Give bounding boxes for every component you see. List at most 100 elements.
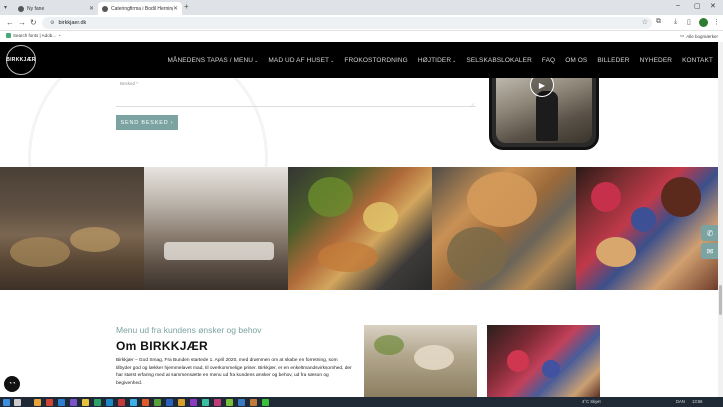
- extensions-icon[interactable]: ⧉: [656, 18, 661, 26]
- folder-icon: ▭: [680, 33, 685, 38]
- tab-search-icon[interactable]: ▾: [4, 4, 7, 11]
- profile-avatar[interactable]: [699, 18, 708, 27]
- send-message-button[interactable]: SEND BESKED ›: [116, 115, 178, 130]
- scrollbar-thumb[interactable]: [719, 285, 722, 315]
- taskbar-app-icon[interactable]: [82, 398, 89, 406]
- taskbar-app-icon[interactable]: [166, 398, 173, 406]
- nav-item-hoejtider[interactable]: HØJTIDER⌄: [418, 57, 457, 64]
- all-bookmarks-button[interactable]: ▭ Alle bogmærker: [680, 33, 718, 39]
- taskbar-app-icon[interactable]: [262, 398, 269, 406]
- taskbar-app-icon[interactable]: [226, 398, 233, 406]
- reload-icon[interactable]: ↻: [30, 18, 37, 27]
- taskbar-app-icon[interactable]: [202, 398, 209, 406]
- chevron-down-icon: ⌄: [452, 58, 457, 64]
- taskbar-app-icon[interactable]: [70, 398, 77, 406]
- taskbar-app-icon[interactable]: [238, 398, 245, 406]
- url-text: birkkjaer.dk: [58, 20, 87, 26]
- bookmark-star-icon[interactable]: ☆: [642, 18, 648, 26]
- taskbar-app-icon[interactable]: [250, 398, 257, 406]
- site-header: BIRKKJÆR MÅNEDENS TAPAS / MENU⌄ MAD UD A…: [0, 42, 723, 78]
- taskbar-app-icon[interactable]: [58, 398, 65, 406]
- tab-new-tab[interactable]: Ny fane ✕: [14, 2, 98, 15]
- resize-handle-icon[interactable]: ⟋: [471, 103, 475, 109]
- page-scrollbar[interactable]: [718, 42, 723, 397]
- language-indicator[interactable]: DAN: [676, 399, 685, 404]
- nav-label: MAD UD AF HUSET: [268, 57, 330, 64]
- message-field-label: Besked *: [120, 81, 139, 86]
- nav-label: MÅNEDENS TAPAS / MENU: [167, 57, 254, 64]
- about-subtitle: Menu ud fra kundens ønsker og behov: [116, 325, 262, 335]
- taskbar-app-icon[interactable]: [106, 398, 113, 406]
- taskbar-app-icon[interactable]: [46, 398, 53, 406]
- nav-item-faq[interactable]: FAQ: [542, 57, 555, 64]
- tab-title: Ny fane: [27, 5, 45, 12]
- phone-video-mockup: ▶: [489, 78, 599, 150]
- taskbar-app-icon[interactable]: [214, 398, 221, 406]
- chat-button[interactable]: ◔◔: [4, 376, 20, 392]
- about-section: Menu ud fra kundens ønsker og behov Om B…: [0, 290, 723, 397]
- back-icon[interactable]: ←: [6, 18, 14, 27]
- nav-label: NYHEDER: [639, 57, 673, 64]
- weather-text[interactable]: 4°C Skyet: [582, 399, 601, 404]
- message-textarea[interactable]: [116, 106, 476, 107]
- address-bar-row: ← → ↻ ⚙ birkkjaer.dk ☆ ⧉ ⤓ ▯ ⋮: [0, 15, 723, 31]
- maximize-icon[interactable]: ▢: [694, 2, 701, 10]
- nav-item-maanedens-tapas[interactable]: MÅNEDENS TAPAS / MENU⌄: [168, 57, 259, 64]
- taskbar-app-icon[interactable]: [94, 398, 101, 406]
- gallery-image-buffet-barn[interactable]: [0, 167, 144, 290]
- forward-icon[interactable]: →: [18, 18, 26, 27]
- url-input[interactable]: ⚙ birkkjaer.dk ☆: [42, 17, 652, 29]
- sidebar-icon[interactable]: ▯: [687, 18, 691, 26]
- nav-item-mad-ud-af-huset[interactable]: MAD UD AF HUSET⌄: [268, 57, 334, 64]
- tab-title: Cateringfirma i Bodil Herning: [111, 5, 173, 12]
- gallery-image-bread[interactable]: [432, 167, 576, 290]
- minimize-icon[interactable]: –: [676, 2, 680, 9]
- nav-item-kontakt[interactable]: KONTAKT: [682, 57, 713, 64]
- gallery-image-dining-table[interactable]: [144, 167, 288, 290]
- taskbar-search-icon[interactable]: [14, 398, 21, 406]
- photo-gallery: [0, 167, 723, 290]
- clock-time[interactable]: 13:56: [692, 399, 702, 404]
- more-menu-icon[interactable]: ⋮: [713, 18, 720, 26]
- phone-icon: ✆: [706, 228, 714, 238]
- nav-item-selskabslokaler[interactable]: SELSKABSLOKALER: [466, 57, 531, 64]
- bookmark-extra-icon[interactable]: ◔: [58, 33, 61, 38]
- all-bookmarks-label: Alle bogmærker: [686, 33, 719, 39]
- nav-item-frokostordning[interactable]: FROKOSTORDNING: [344, 57, 407, 64]
- close-tab-icon[interactable]: ✕: [89, 5, 94, 12]
- close-tab-icon[interactable]: ✕: [173, 5, 178, 12]
- tab-birkkjaer[interactable]: Cateringfirma i Bodil Herning ✕: [98, 2, 182, 15]
- windows-start-icon[interactable]: [3, 398, 10, 406]
- nav-label: OM OS: [565, 57, 588, 64]
- bookmark-item[interactable]: Search fonts | Adob...: [6, 33, 56, 38]
- download-icon[interactable]: ⤓: [674, 18, 677, 26]
- close-window-icon[interactable]: ✕: [710, 2, 716, 10]
- nav-label: KONTAKT: [682, 57, 713, 64]
- taskbar-app-icon[interactable]: [154, 398, 161, 406]
- phone-contact-button[interactable]: ✆: [701, 225, 719, 241]
- nav-label: HØJTIDER: [417, 57, 452, 64]
- taskbar-app-icon[interactable]: [190, 398, 197, 406]
- browser-tab-strip: ▾ Ny fane ✕ Cateringfirma i Bodil Hernin…: [0, 0, 723, 15]
- os-taskbar: 4°C Skyet DAN 13:56: [0, 397, 723, 407]
- site-info-icon[interactable]: ⚙: [50, 20, 54, 26]
- main-navigation: MÅNEDENS TAPAS / MENU⌄ MAD UD AF HUSET⌄ …: [168, 57, 723, 64]
- bookmark-favicon-icon: [6, 33, 11, 38]
- about-image-buffet: [364, 325, 477, 397]
- nav-item-om-os[interactable]: OM OS: [565, 57, 587, 64]
- mail-contact-button[interactable]: ✉: [701, 243, 719, 259]
- nav-label: BILLEDER: [597, 57, 630, 64]
- nav-item-nyheder[interactable]: NYHEDER: [640, 57, 672, 64]
- taskbar-app-icon[interactable]: [130, 398, 137, 406]
- new-tab-button[interactable]: +: [184, 2, 189, 11]
- chat-icon: ◔◔: [8, 381, 16, 387]
- bookmark-label: Search fonts | Adob...: [13, 33, 56, 38]
- site-logo[interactable]: BIRKKJÆR: [6, 45, 36, 75]
- taskbar-app-icon[interactable]: [178, 398, 185, 406]
- taskbar-app-icon[interactable]: [142, 398, 149, 406]
- taskbar-app-icon[interactable]: [118, 398, 125, 406]
- taskbar-app-icon[interactable]: [34, 398, 41, 406]
- gallery-image-platters[interactable]: [288, 167, 432, 290]
- gallery-image-berries[interactable]: [576, 167, 720, 290]
- nav-item-billeder[interactable]: BILLEDER: [597, 57, 629, 64]
